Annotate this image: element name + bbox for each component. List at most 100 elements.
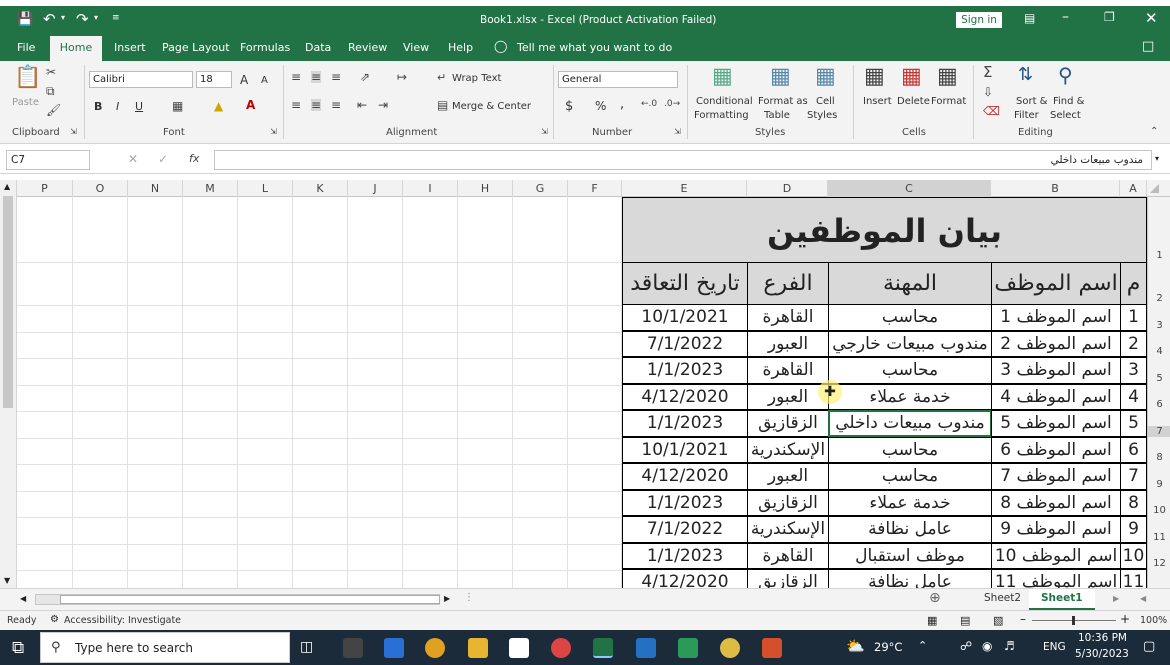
row-header-2[interactable]: 2 (1148, 293, 1170, 304)
volume-icon[interactable]: ♬ (1004, 639, 1015, 653)
cell-date[interactable]: 1/1/2023 (622, 357, 748, 384)
cell-job[interactable]: خدمة عملاء (828, 489, 992, 516)
cell-branch[interactable]: الزقازيق (747, 489, 829, 516)
hscroll-right-icon[interactable]: ▶ (444, 594, 450, 603)
worksheet-grid[interactable]: PONMLKJIHGFEDCBA 1 2 3 4 5 6 7 8 9 10 11 12 ▲ ▼ بيا… (0, 180, 1170, 588)
column-header-m[interactable]: M (183, 180, 238, 197)
align-right-icon[interactable]: ≡ (331, 99, 341, 111)
app-chrome-icon[interactable] (425, 638, 445, 658)
format-as-table-button[interactable]: Format as (758, 96, 808, 107)
cell-branch[interactable]: القاهرة (747, 542, 829, 569)
accessibility-status[interactable]: Accessibility: Investigate (64, 615, 181, 626)
grow-font-button[interactable]: A (240, 73, 248, 87)
bold-button[interactable]: B (94, 100, 102, 113)
cell-branch[interactable]: العبور (747, 383, 829, 410)
scroll-down-icon[interactable]: ▼ (4, 576, 10, 585)
font-size-select[interactable]: 18 (196, 71, 232, 88)
cell-name[interactable]: اسم الموظف 7 (991, 463, 1121, 490)
ribbon-display-icon[interactable]: ▤ (1024, 11, 1035, 25)
cell-branch[interactable]: الإسكندرية (747, 436, 829, 463)
zoom-level[interactable]: 100% (1140, 615, 1167, 626)
cell-name[interactable]: اسم الموظف 4 (991, 383, 1121, 410)
clock-time[interactable]: 10:36 PM (1078, 632, 1127, 644)
number-format-select[interactable]: General (558, 71, 678, 88)
row-header-7[interactable]: 7 (1148, 425, 1170, 437)
cell-date[interactable]: 1/1/2023 (622, 489, 748, 516)
page-break-view-icon[interactable]: ▧ (993, 614, 1003, 627)
normal-view-icon[interactable]: ▦ (927, 614, 937, 627)
tab-formulas[interactable]: Formulas (240, 41, 290, 54)
undo-dropdown-icon[interactable]: ▾ (61, 13, 65, 22)
app-camtasia-icon[interactable] (678, 638, 698, 658)
cell-num[interactable]: 6 (1120, 436, 1147, 463)
conditional-formatting-icon[interactable]: ▦ (712, 66, 733, 88)
cell-date[interactable]: 4/12/2020 (622, 569, 748, 588)
tab-review[interactable]: Review (348, 41, 387, 54)
cell-num[interactable]: 9 (1120, 516, 1147, 543)
app-outlook-icon[interactable] (636, 638, 656, 658)
task-view-icon[interactable]: ◫ (300, 639, 313, 655)
weather-icon[interactable]: ⛅ (846, 637, 865, 655)
tab-help[interactable]: Help (448, 41, 473, 54)
align-center-icon[interactable]: ≡ (311, 99, 322, 111)
clock-date[interactable]: 5/30/2023 (1075, 648, 1129, 660)
tab-home[interactable]: Home (50, 36, 102, 61)
row-header-5[interactable]: 5 (1148, 373, 1170, 384)
network-icon[interactable]: ☍ (960, 639, 972, 653)
cell-job[interactable]: عامل نظافة (828, 516, 992, 543)
taskbar-search-box[interactable]: ⚲ Type here to search (40, 632, 290, 663)
cell-name[interactable]: اسم الموظف 11 (991, 569, 1121, 588)
row-header-4[interactable]: 4 (1148, 346, 1170, 357)
number-launcher-icon[interactable]: ⇲ (674, 128, 681, 136)
increase-decimal-icon[interactable]: ←.0 (641, 100, 657, 109)
cell-job[interactable]: مندوب مبيعات خارجي (828, 330, 992, 357)
customize-qat-icon[interactable]: ≡ (112, 13, 120, 23)
cell-num[interactable]: 5 (1120, 410, 1147, 437)
cell-job[interactable]: محاسب (828, 463, 992, 490)
maximize-icon[interactable]: ❐ (1104, 10, 1115, 24)
minimize-icon[interactable]: – (1062, 9, 1069, 25)
conditional-formatting-button[interactable]: Conditional (696, 96, 753, 107)
cell-num[interactable]: 1 (1120, 304, 1147, 331)
app-chrome2-icon[interactable] (551, 638, 571, 658)
column-header-d[interactable]: D (747, 180, 828, 197)
row-header-8[interactable]: 8 (1148, 452, 1170, 463)
app-mail-icon[interactable] (384, 638, 404, 658)
show-hidden-icons-icon[interactable]: ⌃ (918, 639, 927, 652)
align-left-icon[interactable]: ≡ (291, 99, 301, 111)
vertical-scroll-thumb[interactable] (3, 196, 13, 408)
font-name-select[interactable]: Calibri (89, 71, 193, 88)
column-header-k[interactable]: K (293, 180, 348, 197)
zoom-out-icon[interactable]: – (1020, 612, 1026, 626)
wrap-text-icon[interactable]: ↵ (437, 72, 446, 83)
cell-num[interactable]: 7 (1120, 463, 1147, 490)
app-recorder-icon[interactable] (762, 638, 782, 658)
currency-button[interactable]: $ (565, 99, 573, 114)
cell-styles-icon[interactable]: ▦ (815, 66, 836, 88)
sort-filter-button[interactable]: Sort & (1016, 96, 1047, 107)
comments-icon[interactable]: □ (1142, 39, 1154, 54)
zoom-in-icon[interactable]: + (1120, 612, 1130, 626)
sheet-options-icon[interactable]: ⋮ (464, 592, 474, 603)
cell-branch[interactable]: القاهرة (747, 304, 829, 331)
column-header-e[interactable]: E (622, 180, 747, 197)
column-header-c[interactable]: C (828, 180, 991, 197)
header-job[interactable]: المهنة (828, 262, 992, 305)
zoom-slider-thumb[interactable] (1072, 616, 1075, 625)
alignment-launcher-icon[interactable]: ⇲ (541, 128, 548, 136)
cell-name[interactable]: اسم الموظف 3 (991, 357, 1121, 384)
cell-name[interactable]: اسم الموظف 2 (991, 330, 1121, 357)
cell-job[interactable]: موظف استقبال (828, 542, 992, 569)
redo-dropdown-icon[interactable]: ▾ (94, 13, 98, 22)
sheet-nav-prev-icon[interactable]: ◀ (1140, 594, 1146, 603)
percent-button[interactable]: % (595, 99, 606, 113)
column-header-n[interactable]: N (128, 180, 183, 197)
column-header-p[interactable]: P (17, 180, 73, 197)
save-icon[interactable]: 💾 (17, 12, 33, 27)
decrease-indent-icon[interactable]: ⇤ (357, 99, 367, 111)
sheet-tab-sheet1[interactable]: Sheet1 (1029, 589, 1095, 610)
autosum-icon[interactable]: Σ (983, 65, 992, 80)
increase-indent-icon[interactable]: ⇥ (378, 99, 388, 111)
new-sheet-icon[interactable]: ⊕ (929, 590, 941, 606)
fill-icon[interactable]: ⇩ (983, 86, 993, 98)
